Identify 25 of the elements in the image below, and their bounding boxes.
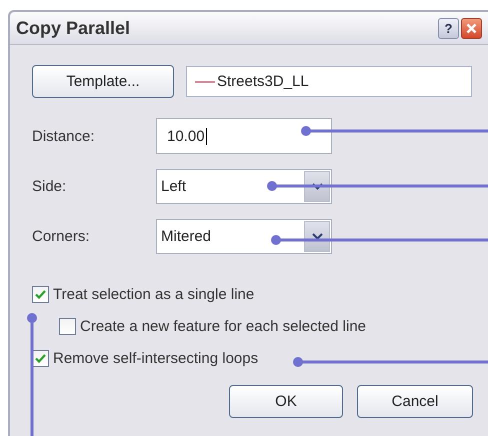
close-icon	[466, 22, 477, 34]
option-label: Treat selection as a single line	[53, 286, 254, 303]
dropdown-field[interactable]: Mitered	[156, 219, 332, 254]
checkbox[interactable]	[32, 286, 49, 303]
dropdown-button[interactable]	[304, 221, 330, 252]
chevron-down-icon	[312, 233, 322, 240]
field-label: Distance:	[32, 128, 96, 144]
checkmark-icon	[35, 353, 46, 364]
cancel-button[interactable]: Cancel	[357, 385, 473, 418]
close-button[interactable]	[461, 18, 482, 38]
input-field[interactable]: 10.00	[156, 118, 332, 154]
chevron-down-icon	[312, 183, 322, 190]
checkbox[interactable]	[59, 318, 76, 335]
window-title: Copy Parallel	[16, 18, 132, 38]
ok-button[interactable]: OK	[229, 385, 343, 418]
checkmark-icon	[35, 289, 46, 300]
template-name: Streets3D_LL	[217, 73, 309, 90]
template-button[interactable]: Template...	[32, 65, 174, 98]
option-label: Create a new feature for each selected line	[80, 318, 366, 335]
option-label: Remove self-intersecting loops	[53, 350, 258, 367]
help-button[interactable]: ?	[438, 18, 459, 38]
field-label: Side:	[32, 178, 68, 195]
line-symbol-icon	[195, 80, 215, 84]
dropdown-field[interactable]: Left	[156, 169, 332, 204]
field-label: Corners:	[32, 228, 91, 245]
